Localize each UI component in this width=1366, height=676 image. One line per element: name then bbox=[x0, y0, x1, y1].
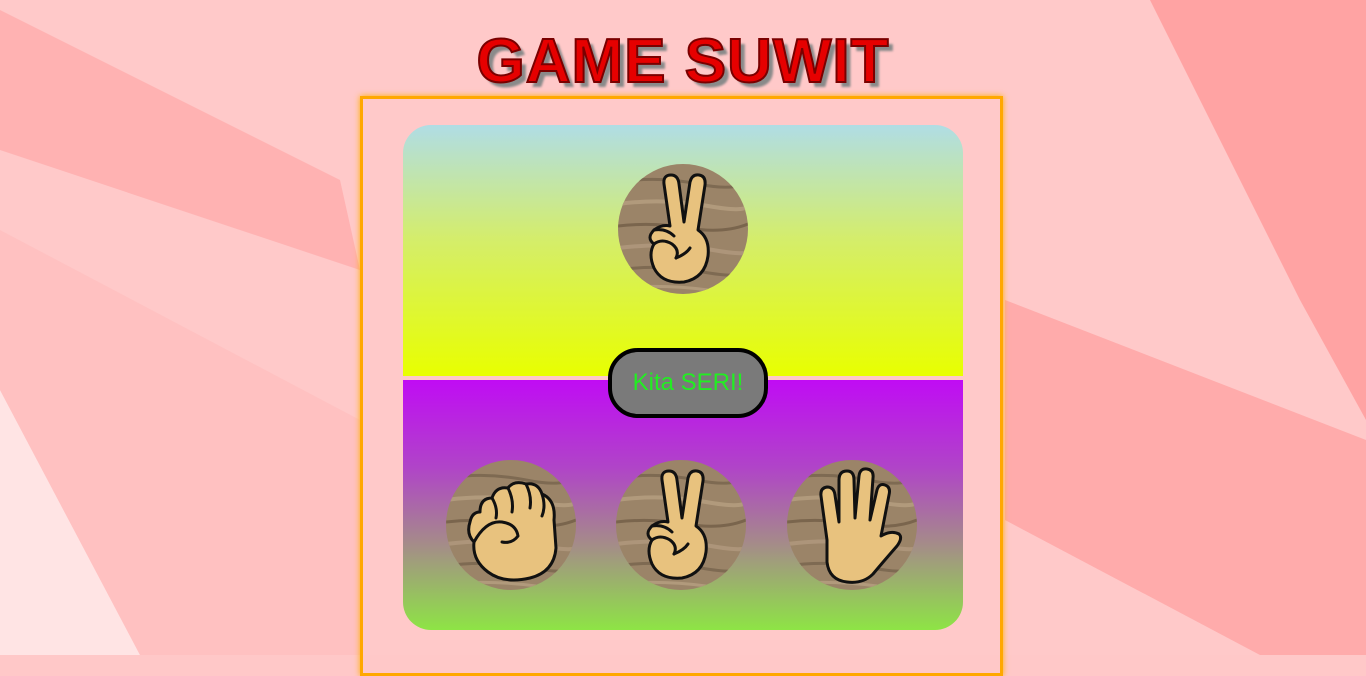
open-palm-icon bbox=[787, 460, 917, 590]
player-choice-rock[interactable] bbox=[446, 460, 576, 590]
fist-icon bbox=[446, 460, 576, 590]
peace-hand-icon bbox=[616, 460, 746, 590]
peace-hand-icon bbox=[618, 164, 748, 294]
game-title: GAME SUWIT bbox=[476, 26, 890, 97]
player-choice-paper[interactable] bbox=[787, 460, 917, 590]
result-message: Kita SERI! bbox=[608, 348, 768, 418]
player-choice-scissors[interactable] bbox=[616, 460, 746, 590]
computer-area bbox=[403, 125, 963, 376]
computer-choice-scissors bbox=[618, 164, 748, 294]
